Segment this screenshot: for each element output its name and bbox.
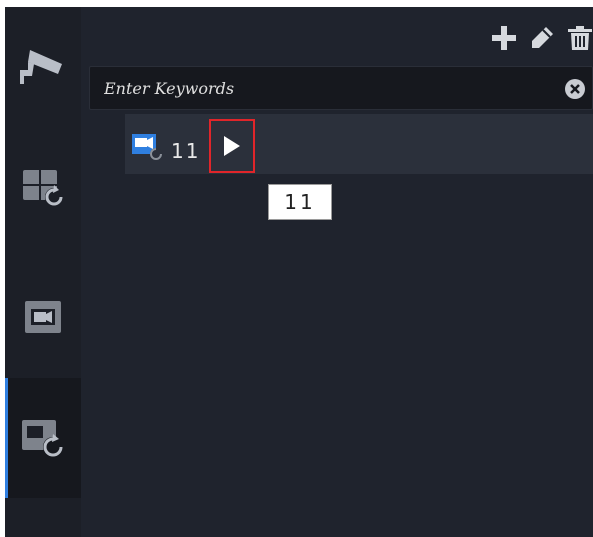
- playback-view-icon: [132, 134, 162, 160]
- tree-item-label: 11: [171, 139, 201, 163]
- sidebar: [5, 7, 81, 537]
- video-icon: [25, 301, 61, 333]
- edit-icon: [532, 27, 553, 48]
- edit-button[interactable]: [529, 25, 555, 51]
- app-frame: 11 11: [5, 7, 593, 537]
- add-icon: [492, 26, 516, 50]
- sidebar-item-playback-view[interactable]: [5, 378, 81, 498]
- playback-grid-icon: [23, 170, 63, 206]
- search-input[interactable]: [104, 75, 544, 101]
- clear-icon: [565, 79, 585, 99]
- tooltip: 11: [268, 184, 332, 220]
- sidebar-item-video[interactable]: [5, 257, 81, 377]
- playback-view-icon: [22, 420, 63, 457]
- play-icon: [224, 136, 240, 156]
- tree-item[interactable]: 11: [125, 114, 593, 174]
- delete-button[interactable]: [567, 25, 593, 51]
- clear-search-button[interactable]: [564, 78, 586, 100]
- delete-icon: [568, 26, 592, 50]
- sidebar-item-playback-grid[interactable]: [5, 127, 81, 247]
- sidebar-item-camera[interactable]: [5, 7, 81, 127]
- add-button[interactable]: [491, 25, 517, 51]
- play-button[interactable]: [209, 119, 255, 173]
- search-box: [89, 66, 593, 110]
- toolbar: [491, 21, 593, 55]
- view-list-panel: 11: [81, 7, 593, 537]
- camera-icon: [20, 50, 62, 84]
